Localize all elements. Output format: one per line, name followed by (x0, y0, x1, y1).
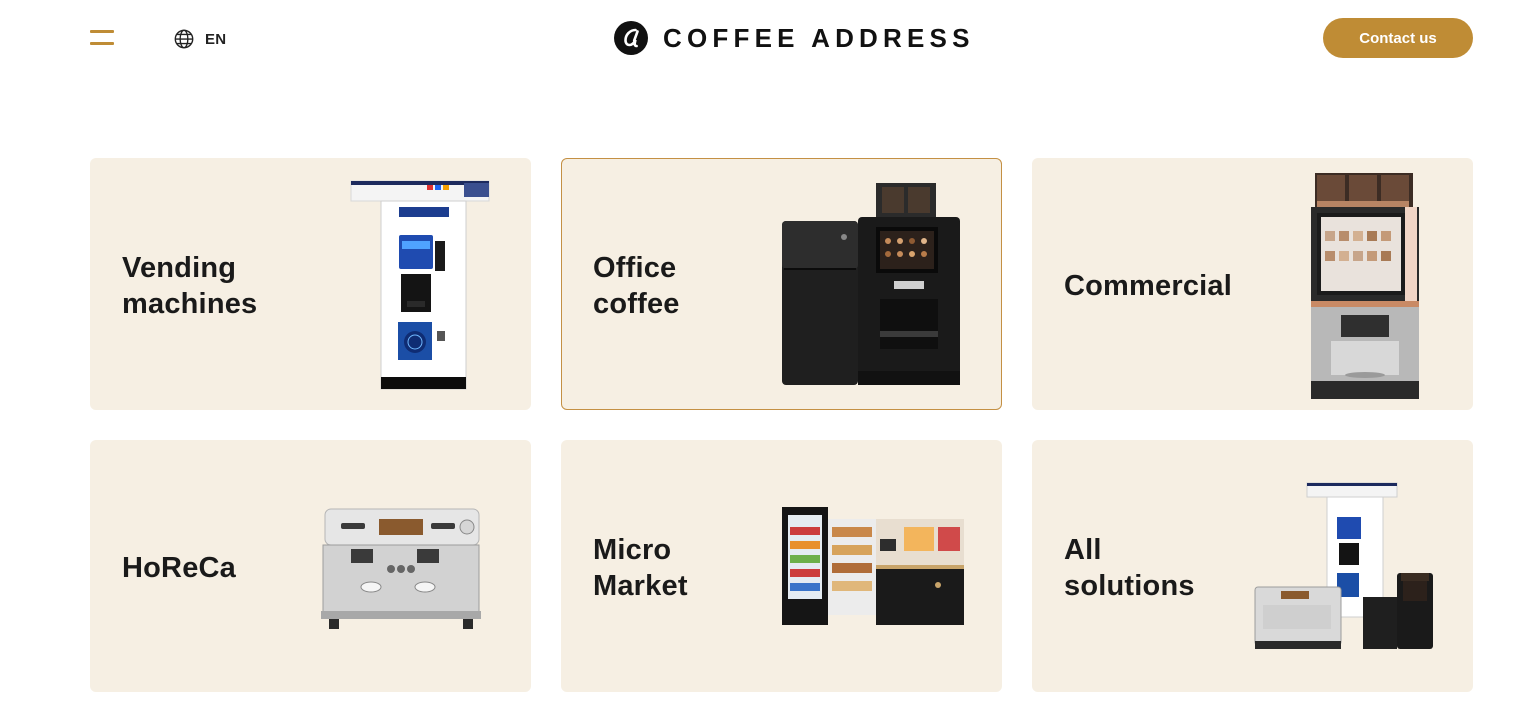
hamburger-menu-icon[interactable] (88, 28, 116, 50)
all-solutions-machines-image (1254, 482, 1433, 649)
coffee-address-logo-mark (614, 21, 648, 55)
category-card-office-coffee[interactable]: Office coffee (561, 158, 1002, 410)
category-card-all-solutions[interactable]: All solutions (1032, 440, 1473, 692)
site-logo[interactable]: COFFEE ADDRESS (613, 19, 975, 57)
globe-icon (174, 29, 194, 49)
contact-us-button[interactable]: Contact us (1323, 18, 1473, 58)
espresso-machine-image (321, 508, 481, 629)
card-title: Vending machines (122, 252, 258, 320)
language-label: EN (205, 30, 227, 48)
office-coffee-machine-image (782, 183, 960, 385)
language-switcher[interactable]: EN (173, 28, 226, 50)
menu-line (90, 30, 114, 33)
lavazza-vending-machine-image (350, 180, 490, 390)
category-card-micro-market[interactable]: Micro Market (561, 440, 1002, 692)
category-card-commercial[interactable]: Commercial (1032, 158, 1473, 410)
commercial-coffee-machine-image (1311, 173, 1419, 399)
card-title: Micro Market (593, 534, 688, 602)
micro-market-kiosk-image (782, 507, 964, 625)
category-card-horeca[interactable]: HoReCa (90, 440, 531, 692)
card-title: All solutions (1064, 534, 1195, 602)
card-title: Commercial (1064, 270, 1233, 302)
category-card-vending[interactable]: Vending machines (90, 158, 531, 410)
card-title: Office coffee (593, 252, 680, 320)
menu-line (90, 42, 114, 45)
card-title: HoReCa (122, 552, 236, 584)
logo-text: COFFEE ADDRESS (663, 22, 975, 53)
site-header: EN COFFEE ADDRESS Contact us (0, 0, 1519, 78)
